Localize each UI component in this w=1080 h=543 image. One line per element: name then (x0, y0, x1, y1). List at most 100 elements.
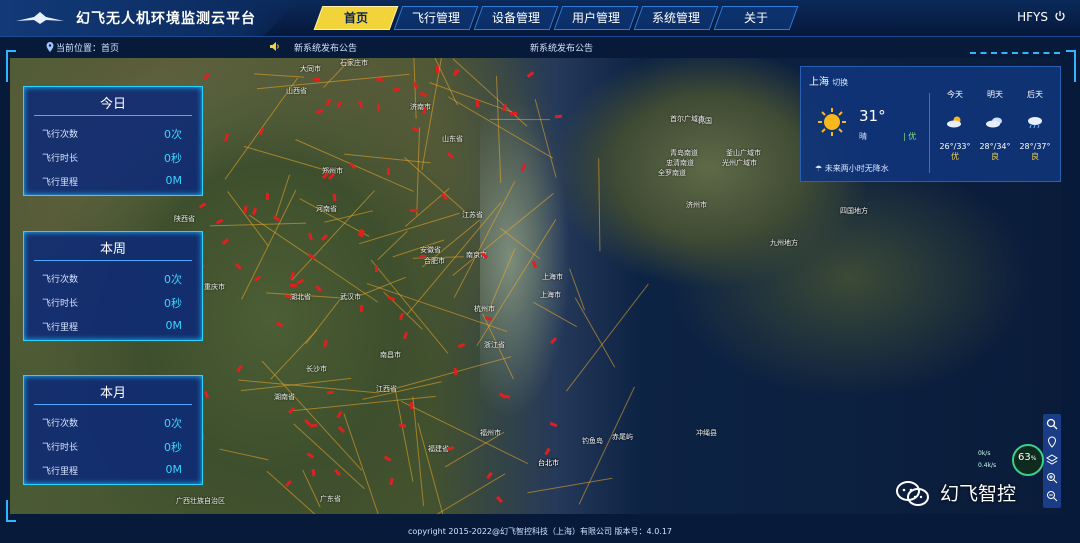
drone-marker[interactable] (419, 91, 427, 97)
drone-marker[interactable] (333, 468, 342, 476)
layers-icon[interactable] (1046, 454, 1058, 466)
map-place-label: 石家庄市 (340, 59, 368, 67)
drone-marker[interactable] (203, 73, 211, 81)
drone-marker[interactable] (410, 209, 418, 213)
drone-marker[interactable] (323, 340, 329, 348)
drone-marker[interactable] (313, 77, 321, 81)
drone-marker[interactable] (203, 391, 209, 399)
drone-marker[interactable] (447, 151, 455, 159)
zoom-out-icon[interactable] (1046, 490, 1058, 502)
forecast-range: 26°/33° (939, 142, 971, 151)
drone-marker[interactable] (284, 480, 292, 488)
map-place-label: 赤尾屿 (612, 433, 633, 441)
drone-marker[interactable] (311, 468, 316, 477)
drone-marker[interactable] (376, 103, 380, 111)
drone-marker[interactable] (198, 202, 206, 209)
drone-marker[interactable] (389, 477, 395, 486)
rain-cloud-icon (1028, 117, 1042, 128)
location-icon[interactable] (1046, 436, 1058, 448)
notice-marquee[interactable]: 新系统发布公告 (530, 41, 593, 54)
forecast-range: 28°/37° (1019, 142, 1051, 151)
drone-marker[interactable] (392, 87, 400, 92)
nav-about[interactable]: 关于 (713, 6, 799, 30)
drone-marker[interactable] (310, 424, 318, 428)
drone-marker[interactable] (398, 422, 407, 428)
stat-value: 0次 (164, 273, 182, 286)
drone-marker[interactable] (236, 365, 243, 373)
drone-marker[interactable] (338, 426, 346, 434)
drone-marker[interactable] (251, 207, 258, 216)
drone-marker[interactable] (387, 295, 396, 302)
nav-system-management[interactable]: 系统管理 (633, 6, 719, 30)
drone-marker[interactable] (402, 331, 408, 340)
drone-marker[interactable] (216, 218, 224, 225)
map-place-label: 济南市 (410, 103, 431, 111)
drone-marker[interactable] (435, 66, 439, 74)
drone-marker[interactable] (375, 264, 379, 272)
map-place-label: 河南省 (316, 205, 337, 213)
road-line (227, 191, 269, 246)
switch-city-link[interactable]: 切换 (832, 78, 848, 87)
forecast-range: 28°/34° (979, 142, 1011, 151)
drone-marker[interactable] (387, 167, 391, 176)
drone-marker[interactable] (326, 390, 334, 394)
stat-value: 0秒 (164, 297, 182, 310)
drone-marker[interactable] (336, 410, 343, 419)
stat-value: 0M (165, 174, 183, 187)
drone-marker[interactable] (375, 77, 384, 82)
drone-marker[interactable] (235, 262, 243, 270)
stat-value: 0次 (164, 417, 182, 430)
drone-marker[interactable] (315, 108, 324, 114)
current-condition: 晴 (859, 132, 867, 141)
drone-marker[interactable] (409, 402, 414, 410)
drone-marker[interactable] (243, 206, 248, 214)
drone-marker[interactable] (315, 285, 323, 293)
power-icon[interactable] (1054, 10, 1066, 22)
drone-marker[interactable] (296, 278, 305, 285)
drone-marker[interactable] (453, 367, 458, 376)
drone-marker[interactable] (457, 342, 466, 348)
forecast-day-after: 后天 28°/37° 良 (1015, 89, 1055, 162)
drone-marker[interactable] (509, 112, 517, 116)
drone-marker[interactable] (332, 194, 337, 202)
drone-marker[interactable] (446, 445, 454, 451)
stat-label: 飞行次数 (42, 419, 79, 429)
nav-flight-management[interactable]: 飞行管理 (393, 6, 479, 30)
drone-marker[interactable] (412, 81, 420, 90)
drone-marker[interactable] (325, 98, 332, 107)
forecast-quality: 良 (991, 152, 999, 161)
map-place-label: 山西省 (286, 87, 307, 95)
drone-marker[interactable] (399, 312, 405, 320)
drone-marker[interactable] (265, 192, 269, 200)
rain-forecast: ☂ 未来两小时无降水 (815, 163, 889, 174)
drone-marker[interactable] (383, 455, 392, 462)
drone-marker[interactable] (254, 275, 262, 283)
drone-marker[interactable] (336, 101, 343, 109)
stat-row: 飞行时长 0秒 (42, 296, 182, 310)
drone-marker[interactable] (359, 304, 363, 312)
drone-marker[interactable] (475, 99, 480, 107)
drone-marker[interactable] (307, 232, 313, 241)
zoom-in-icon[interactable] (1046, 472, 1058, 484)
drone-marker[interactable] (349, 161, 356, 170)
stats-today-card: 今日 飞行次数 0次 飞行时长 0秒 飞行里程 0M (23, 86, 203, 196)
stat-value: 0秒 (164, 441, 182, 454)
notice-link[interactable]: 新系统发布公告 (294, 41, 357, 54)
nav-home[interactable]: 首页 (313, 6, 399, 30)
weather-panel: 上海 切换 31° 晴 | 优 ☂ 未来两小时无降水 今天 26°/33° 优 … (800, 66, 1061, 182)
search-icon[interactable] (1046, 418, 1058, 430)
drone-marker[interactable] (275, 321, 283, 328)
map-place-label: 南昌市 (380, 351, 401, 359)
stats-title: 本月 (99, 386, 126, 401)
divider (34, 260, 192, 261)
user-name[interactable]: HFYS (1017, 10, 1048, 24)
drone-marker[interactable] (357, 100, 363, 109)
drone-marker[interactable] (221, 238, 230, 245)
frame-corner (6, 50, 16, 82)
nav-user-management[interactable]: 用户管理 (553, 6, 639, 30)
drone-marker[interactable] (224, 133, 230, 142)
stat-row: 飞行次数 0次 (42, 416, 182, 430)
drone-marker[interactable] (290, 283, 298, 287)
nav-device-management[interactable]: 设备管理 (473, 6, 559, 30)
drone-marker[interactable] (307, 451, 315, 459)
